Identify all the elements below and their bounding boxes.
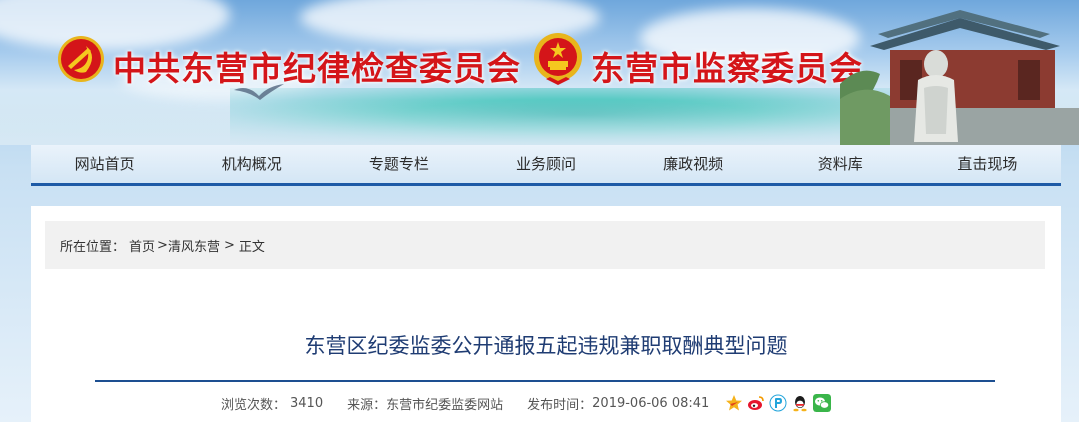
title-divider — [95, 380, 995, 382]
views-count: 3410 — [290, 395, 324, 411]
nav-item-live-scene[interactable]: 直击现场 — [914, 145, 1061, 183]
published-label: 发布时间： — [527, 397, 593, 413]
nav-item-home[interactable]: 网站首页 — [31, 145, 178, 183]
breadcrumb-section-link[interactable]: 清风东营 — [168, 236, 220, 255]
nav-item-special-topics[interactable]: 专题专栏 — [325, 145, 472, 183]
content-panel: 所在位置： 首页 > 清风东营 > 正文 东营区纪委监委公开通报五起违规兼职取酬… — [31, 206, 1061, 422]
source-label: 来源： — [347, 397, 387, 413]
nav-item-business-advisor[interactable]: 业务顾问 — [472, 145, 619, 183]
supervision-committee-title: 东营市监察委员会 — [591, 49, 863, 88]
article-meta: 浏览次数： 3410 来源： 东营市纪委监委网站 发布时间： 2019-06-0… — [221, 390, 832, 416]
views-label: 浏览次数： — [221, 397, 287, 413]
nav-item-library[interactable]: 资料库 — [767, 145, 914, 183]
breadcrumb-separator: > — [157, 237, 168, 253]
cpc-committee-title: 中共东营市纪律检查委员会 — [113, 49, 521, 88]
wechat-icon[interactable] — [813, 394, 832, 412]
published-value: 2019-06-06 08:41 — [592, 395, 710, 411]
nav-item-integrity-video[interactable]: 廉政视频 — [620, 145, 767, 183]
temple-statue-image — [840, 10, 1079, 145]
national-emblem-icon — [534, 33, 582, 85]
breadcrumb-label: 所在位置： — [60, 239, 126, 255]
breadcrumb-separator: > — [223, 237, 235, 253]
breadcrumb-home-link[interactable]: 首页 — [129, 236, 155, 255]
party-emblem-icon — [58, 36, 104, 82]
main-nav: 网站首页 机构概况 专题专栏 业务顾问 廉政视频 资料库 直击现场 — [31, 145, 1061, 186]
breadcrumb-current: 正文 — [238, 239, 265, 255]
pengyou-icon[interactable] — [769, 394, 787, 412]
article-title: 东营区纪委监委公开通报五起违规兼职取酬典型问题 — [304, 334, 788, 358]
qzone-icon[interactable] — [725, 394, 743, 412]
breadcrumb: 所在位置： 首页 > 清风东营 > 正文 — [45, 221, 1045, 269]
nav-item-organization[interactable]: 机构概况 — [178, 145, 325, 183]
weibo-icon[interactable] — [747, 394, 765, 412]
qq-icon[interactable] — [791, 394, 809, 412]
share-bar — [725, 394, 832, 412]
site-banner: 中共东营市纪律检查委员会 东营市监察委员会 — [0, 0, 1079, 145]
source-value: 东营市纪委监委网站 — [386, 397, 504, 413]
